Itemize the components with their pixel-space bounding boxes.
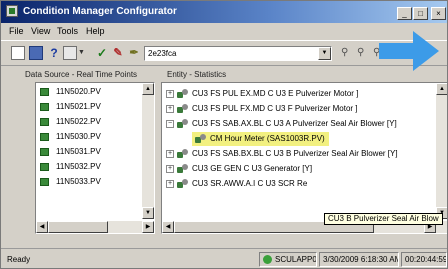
point-icon	[40, 118, 49, 126]
server-status: SCULAPP01	[259, 252, 317, 267]
find-icon[interactable]: ⚲	[341, 46, 355, 60]
list-item[interactable]: 11N5031.PV	[36, 145, 142, 159]
list-item[interactable]: 11N5032.PV	[36, 160, 142, 174]
scroll-up-button[interactable]: ▲	[436, 83, 447, 95]
entity-icon	[177, 179, 189, 189]
expand-icon[interactable]: +	[166, 105, 174, 113]
maximize-button[interactable]: □	[413, 7, 428, 20]
menu-file[interactable]: File	[9, 26, 24, 36]
tree-item[interactable]: + CU3 SR.AWW.A.I C U3 SCR Re	[162, 177, 432, 191]
hour-meter-icon	[195, 134, 207, 144]
arrow-annotation-icon	[379, 31, 439, 71]
entity-icon	[177, 149, 189, 159]
expand-icon[interactable]: +	[166, 90, 174, 98]
list-item[interactable]: 11N5020.PV	[36, 85, 142, 99]
pin-icon[interactable]: ✒	[127, 46, 141, 60]
window-title: Condition Manager Configurator	[23, 6, 177, 17]
filter-icon[interactable]	[63, 46, 77, 60]
tree-item[interactable]: + CU3 GE GEN C U3 Generator [Y]	[162, 162, 432, 176]
left-pane-label: Data Source - Real Time Points	[25, 70, 138, 79]
collapse-icon[interactable]: −	[166, 120, 174, 128]
app-window: Condition Manager Configurator _ □ × Fil…	[0, 0, 448, 269]
entity-icon	[177, 164, 189, 174]
status-bar: Ready SCULAPP01 3/30/2009 6:18:30 AM 00:…	[1, 248, 447, 268]
points-list[interactable]: 11N5020.PV 11N5021.PV 11N5022.PV 11N5030…	[35, 82, 155, 234]
list-item[interactable]: 11N5030.PV	[36, 130, 142, 144]
server-combo-value: 2e23fca	[148, 49, 177, 58]
wand-icon[interactable]: ✎	[111, 46, 125, 60]
help-icon[interactable]: ?	[47, 46, 61, 60]
point-icon	[40, 178, 49, 186]
new-icon[interactable]	[11, 46, 25, 60]
scroll-right-button[interactable]: ▶	[142, 221, 154, 233]
status-text: Ready	[7, 255, 31, 264]
right-pane-label: Entity - Statistics	[167, 70, 227, 79]
left-vertical-scrollbar[interactable]: ▲ ▼	[142, 83, 154, 219]
app-icon	[6, 5, 18, 17]
expand-icon[interactable]: +	[166, 180, 174, 188]
scroll-left-button[interactable]: ◀	[36, 221, 48, 233]
entity-icon	[177, 119, 189, 129]
list-item[interactable]: 11N5021.PV	[36, 100, 142, 114]
scroll-left-button[interactable]: ◀	[162, 221, 174, 233]
server-combo[interactable]: 2e23fca ▼	[144, 46, 332, 61]
expand-icon[interactable]: +	[166, 165, 174, 173]
minimize-button[interactable]: _	[397, 7, 412, 20]
list-item[interactable]: 11N5033.PV	[36, 175, 142, 189]
title-bar[interactable]: Condition Manager Configurator _ □ ×	[1, 1, 447, 23]
entity-icon	[177, 104, 189, 114]
chevron-down-icon[interactable]: ▼	[318, 47, 331, 60]
menu-help[interactable]: Help	[86, 26, 105, 36]
tree-item[interactable]: + CU3 FS PUL FX.MD C U3 F Pulverizer Mot…	[162, 102, 432, 116]
tree-item[interactable]: − CU3 FS SAB.AX.BL C U3 A Pulverizer Sea…	[162, 117, 432, 131]
expand-icon[interactable]: +	[166, 150, 174, 158]
point-icon	[40, 88, 49, 96]
point-icon	[40, 103, 49, 111]
tooltip: CU3 B Pulverizer Seal Air Blow	[324, 213, 443, 225]
entity-tree[interactable]: + CU3 FS PUL EX.MD C U3 E Pulverizer Mot…	[161, 82, 447, 234]
scroll-up-button[interactable]: ▲	[142, 83, 154, 95]
filter-dropdown-icon[interactable]: ▼	[78, 46, 92, 60]
scroll-down-button[interactable]: ▼	[142, 207, 154, 219]
check-icon[interactable]: ✓	[95, 46, 109, 60]
point-icon	[40, 163, 49, 171]
entity-icon	[177, 89, 189, 99]
list-item[interactable]: 11N5022.PV	[36, 115, 142, 129]
menu-view[interactable]: View	[31, 26, 50, 36]
status-datetime: 3/30/2009 6:18:30 AM	[319, 252, 399, 267]
tree-item[interactable]: + CU3 FS SAB.BX.BL C U3 B Pulverizer Sea…	[162, 147, 432, 161]
scroll-thumb[interactable]	[48, 221, 108, 233]
menu-tools[interactable]: Tools	[57, 26, 78, 36]
close-button[interactable]: ×	[431, 7, 446, 20]
save-icon[interactable]	[29, 46, 43, 60]
left-horizontal-scrollbar[interactable]: ◀ ▶	[36, 221, 154, 233]
find-next-icon[interactable]: ⚲	[357, 46, 371, 60]
tree-item-selected[interactable]: CM Hour Meter (SAS1003R.PV)	[192, 132, 329, 146]
connected-icon	[263, 255, 272, 264]
status-timer: 00:20:44:59	[401, 252, 447, 267]
point-icon	[40, 148, 49, 156]
tree-item[interactable]: + CU3 FS PUL EX.MD C U3 E Pulverizer Mot…	[162, 87, 432, 101]
point-icon	[40, 133, 49, 141]
right-vertical-scrollbar[interactable]: ▲ ▼	[436, 83, 447, 219]
